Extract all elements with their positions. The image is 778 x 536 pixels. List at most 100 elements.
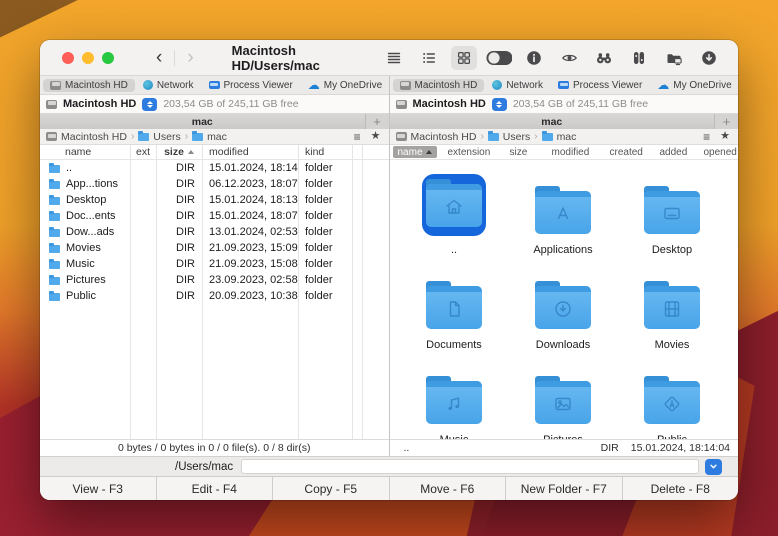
folder-icon	[49, 210, 60, 221]
brief-list-view-icon[interactable]	[416, 46, 442, 70]
header-kind[interactable]: kind	[298, 146, 352, 158]
command-history-dropdown[interactable]	[705, 458, 722, 475]
header-modified[interactable]: modified	[202, 146, 298, 158]
header-extension[interactable]: extension	[442, 147, 504, 158]
breadcrumb-item[interactable]: Macintosh HD	[411, 131, 477, 143]
path-menu-icon[interactable]: ≡	[354, 131, 361, 143]
file-kind: folder	[305, 258, 333, 270]
header-name[interactable]: name	[390, 146, 442, 158]
grid-item-parent[interactable]: ..	[400, 174, 509, 256]
drive-tabs-right: Macintosh HD Network Process Viewer ☁ My …	[389, 76, 738, 95]
drive-select-stepper[interactable]	[142, 97, 158, 111]
grid-item-downloads[interactable]: Downloads	[509, 269, 618, 351]
breadcrumb-item[interactable]: Users	[503, 131, 530, 143]
compare-panes-icon[interactable]	[626, 46, 652, 70]
add-tab-button[interactable]: +	[364, 114, 389, 129]
full-list-view-icon[interactable]	[381, 46, 407, 70]
drive-tab-onedrive[interactable]: ☁ My OneDrive	[650, 79, 738, 92]
file-manager-window: ‹ › Macintosh HD/Users/mac Macintosh HD …	[40, 40, 738, 500]
folder-tab-mac[interactable]: mac	[390, 114, 715, 129]
drive-tab-macintosh-hd[interactable]: Macintosh HD	[392, 78, 485, 92]
drive-info-right: Macintosh HD 203,54 GB of 245,11 GB free	[389, 95, 738, 114]
table-row[interactable]: Music DIR 21.09.2023, 15:08 folder	[40, 256, 389, 272]
file-modified: 21.09.2023, 15:09	[209, 242, 298, 254]
table-row[interactable]: Pictures DIR 23.09.2023, 02:58 folder	[40, 272, 389, 288]
delete-f8-button[interactable]: Delete - F8	[623, 477, 739, 500]
drive-tab-onedrive[interactable]: ☁ My OneDrive	[301, 79, 389, 92]
drive-tab-label: Network	[156, 79, 194, 91]
header-added[interactable]: added	[654, 147, 698, 158]
back-button[interactable]: ‹	[144, 48, 174, 67]
dual-pane-toggle[interactable]	[486, 46, 512, 70]
header-size[interactable]: size	[504, 147, 546, 158]
favorite-star-icon[interactable]: ★	[720, 131, 730, 142]
grid-item-applications[interactable]: Applications	[509, 174, 618, 256]
move-f6-button[interactable]: Move - F6	[390, 477, 506, 500]
table-row[interactable]: Public DIR 20.09.2023, 10:38 folder	[40, 288, 389, 304]
grid-item-documents[interactable]: Documents	[400, 269, 509, 351]
drive-tab-macintosh-hd[interactable]: Macintosh HD	[43, 78, 135, 92]
drive-tab-network[interactable]: Network	[485, 79, 550, 92]
preview-eye-icon[interactable]	[556, 46, 582, 70]
command-line-bar: /Users/mac	[40, 456, 738, 476]
downloads-icon[interactable]	[696, 46, 722, 70]
forward-button[interactable]: ›	[175, 48, 205, 67]
path-menu-icon[interactable]: ≡	[703, 131, 710, 143]
grid-item-desktop[interactable]: Desktop	[618, 174, 727, 256]
drive-tab-network[interactable]: Network	[136, 79, 201, 92]
grid-item-movies[interactable]: Movies	[618, 269, 727, 351]
folder-icon	[487, 131, 499, 141]
edit-f4-button[interactable]: Edit - F4	[157, 477, 273, 500]
folder-tab-mac[interactable]: mac	[40, 114, 365, 129]
desktop-window-icon	[664, 208, 680, 220]
file-modified: 20.09.2023, 10:38	[209, 290, 298, 302]
table-row[interactable]: Dow...ads DIR 13.01.2024, 02:53 folder	[40, 224, 389, 240]
favorite-star-icon[interactable]: ★	[371, 131, 381, 142]
breadcrumb-item[interactable]: mac	[557, 131, 577, 143]
table-row[interactable]: Desktop DIR 15.01.2024, 18:13 folder	[40, 192, 389, 208]
drive-tab-process-viewer[interactable]: Process Viewer	[202, 79, 300, 92]
new-folder-f7-button[interactable]: New Folder - F7	[506, 477, 623, 500]
header-opened[interactable]: opened	[698, 147, 739, 158]
breadcrumb-item[interactable]: Macintosh HD	[61, 131, 127, 143]
icon-grid: .. Applications Desktop Documents Downlo…	[390, 160, 739, 439]
grid-item-pictures[interactable]: Pictures	[509, 364, 618, 439]
photo-icon	[555, 398, 571, 411]
grid-item-public[interactable]: Public	[618, 364, 727, 439]
command-input[interactable]	[241, 459, 699, 474]
table-row[interactable]: Movies DIR 21.09.2023, 15:09 folder	[40, 240, 389, 256]
file-kind: folder	[305, 194, 333, 206]
zoom-button[interactable]	[102, 51, 114, 64]
header-size[interactable]: size	[156, 146, 202, 158]
hard-drive-icon	[46, 132, 57, 141]
header-created[interactable]: created	[604, 147, 654, 158]
drive-tab-process-viewer[interactable]: Process Viewer	[551, 79, 649, 92]
free-space-label: 203,54 GB of 245,11 GB free	[512, 98, 649, 110]
view-f3-button[interactable]: View - F3	[40, 477, 157, 500]
breadcrumb-item[interactable]: mac	[207, 131, 227, 143]
drive-select-stepper[interactable]	[491, 97, 507, 111]
info-icon[interactable]	[521, 46, 547, 70]
header-ext[interactable]: ext	[130, 146, 156, 158]
drive-name: Macintosh HD	[63, 98, 137, 110]
table-row[interactable]: Doc...ents DIR 15.01.2024, 18:07 folder	[40, 208, 389, 224]
add-tab-button[interactable]: +	[714, 114, 738, 129]
close-button[interactable]	[62, 51, 74, 64]
header-name[interactable]: name	[40, 146, 130, 158]
status-bar-right: .. DIR 15.01.2024, 18:14:04	[389, 439, 738, 456]
table-row[interactable]: .. DIR 15.01.2024, 18:14 folder	[40, 160, 389, 176]
copy-f5-button[interactable]: Copy - F5	[273, 477, 390, 500]
folder-icon	[49, 162, 60, 173]
home-icon	[446, 199, 462, 214]
file-size: DIR	[176, 242, 195, 254]
file-size: DIR	[176, 178, 195, 190]
thumbnails-view-icon[interactable]	[451, 45, 477, 70]
header-modified[interactable]: modified	[546, 147, 604, 158]
breadcrumb-item[interactable]: Users	[153, 131, 180, 143]
minimize-button[interactable]	[82, 51, 94, 64]
grid-item-music[interactable]: Music	[400, 364, 509, 439]
table-row[interactable]: App...tions DIR 06.12.2023, 18:07 folder	[40, 176, 389, 192]
folder-icon	[49, 274, 60, 285]
search-binoculars-icon[interactable]	[591, 46, 617, 70]
network-folder-icon[interactable]	[661, 46, 687, 70]
